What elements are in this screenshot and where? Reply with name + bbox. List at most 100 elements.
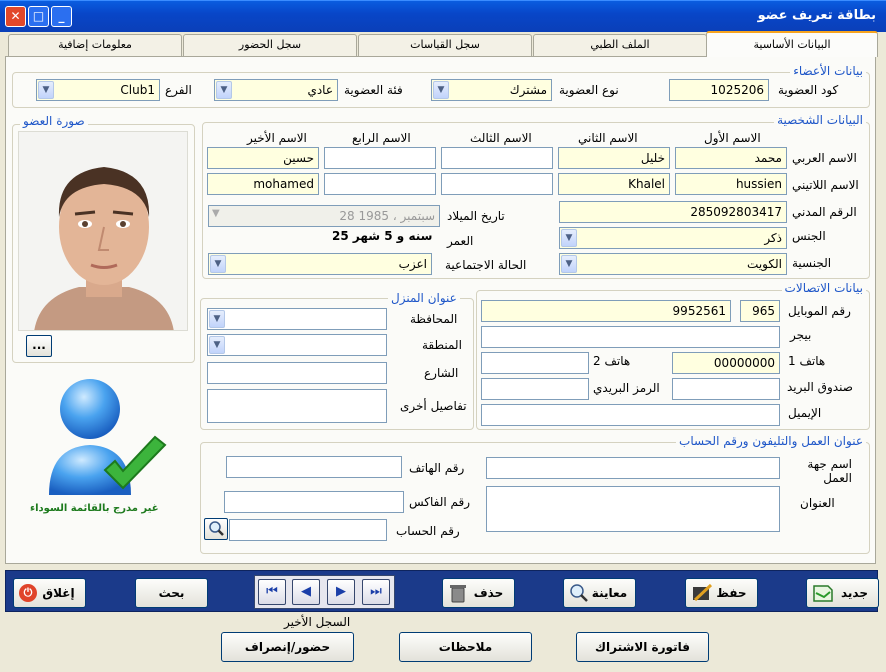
ar-fourth-name-field[interactable] bbox=[324, 147, 436, 169]
window-minimize-button[interactable]: _ bbox=[51, 6, 72, 27]
email-field[interactable] bbox=[481, 404, 780, 426]
chevron-down-icon[interactable]: ▼ bbox=[216, 81, 232, 99]
new-button[interactable]: جديد bbox=[806, 578, 879, 608]
work-phone-field[interactable] bbox=[226, 456, 402, 478]
save-button[interactable]: حفظ bbox=[685, 578, 758, 608]
prev-record-button[interactable]: ◀ bbox=[292, 579, 320, 605]
governorate-label: المحافظة bbox=[410, 312, 458, 326]
chevron-down-icon[interactable]: ▼ bbox=[209, 336, 225, 354]
pager-label: بيجر bbox=[790, 328, 812, 342]
chevron-down-icon[interactable]: ▼ bbox=[433, 81, 449, 99]
last-record-button[interactable]: ⏭ bbox=[362, 579, 390, 605]
nationality-select[interactable]: الكويت bbox=[559, 253, 787, 275]
attendance-button[interactable]: حضور/إنصراف bbox=[221, 632, 354, 662]
invoice-button[interactable]: فاتورة الاشتراك bbox=[576, 632, 709, 662]
chevron-down-icon[interactable]: ▼ bbox=[210, 255, 226, 273]
trash-icon bbox=[450, 585, 466, 603]
ar-last-name-field[interactable]: حسين bbox=[207, 147, 319, 169]
window-maximize-button[interactable]: □ bbox=[28, 6, 49, 27]
first-record-button[interactable]: ⏮ bbox=[258, 579, 286, 605]
member-photo bbox=[18, 131, 188, 331]
dob-picker[interactable]: 28 سبتمبر ، 1985 bbox=[208, 205, 440, 227]
col-second-name: الاسم الثاني bbox=[578, 131, 638, 145]
mobile-code-field[interactable]: 965 bbox=[740, 300, 780, 322]
membership-type-select[interactable]: مشترك bbox=[431, 79, 552, 101]
close-button-label: إغلاق bbox=[42, 586, 75, 600]
region-select[interactable] bbox=[207, 334, 387, 356]
civil-id-field[interactable]: 285092803417 bbox=[559, 201, 787, 223]
magnifier-icon bbox=[570, 584, 588, 602]
fax-field[interactable] bbox=[224, 491, 404, 513]
home-legend: عنوان المنزل bbox=[388, 291, 460, 305]
marital-select[interactable]: اعزب bbox=[208, 253, 432, 275]
age-value: 25 سنه و 5 شهر bbox=[332, 229, 433, 243]
phone2-field[interactable] bbox=[481, 352, 589, 374]
delete-button[interactable]: حذف bbox=[442, 578, 515, 608]
chevron-down-icon[interactable]: ▼ bbox=[212, 208, 220, 219]
arabic-name-label: الاسم العربي bbox=[792, 151, 857, 165]
col-last-name: الاسم الأخير bbox=[247, 131, 307, 145]
chevron-down-icon[interactable]: ▼ bbox=[209, 310, 225, 328]
work-address-label: العنوان bbox=[800, 496, 835, 510]
la-second-name-field[interactable]: Khalel bbox=[558, 173, 670, 195]
chevron-down-icon[interactable]: ▼ bbox=[38, 81, 54, 99]
street-field[interactable] bbox=[207, 362, 387, 384]
governorate-select[interactable] bbox=[207, 308, 387, 330]
phone1-field[interactable]: 00000000 bbox=[672, 352, 780, 374]
next-record-button[interactable]: ▶ bbox=[327, 579, 355, 605]
member-code-field[interactable]: 1025206 bbox=[669, 79, 769, 101]
notes-button[interactable]: ملاحظات bbox=[399, 632, 532, 662]
membership-category-select[interactable]: عادي bbox=[214, 79, 338, 101]
tab-attendance[interactable]: سجل الحضور bbox=[183, 34, 357, 56]
branch-label: الفرع bbox=[165, 83, 192, 97]
la-fourth-name-field[interactable] bbox=[324, 173, 436, 195]
col-fourth-name: الاسم الرابع bbox=[352, 131, 411, 145]
pager-field[interactable] bbox=[481, 326, 780, 348]
region-label: المنطقة bbox=[422, 338, 462, 352]
pobox-field[interactable] bbox=[672, 378, 780, 400]
mobile-field[interactable]: 9952561 bbox=[481, 300, 731, 322]
account-label: رقم الحساب bbox=[396, 524, 460, 538]
fax-label: رقم الفاكس bbox=[409, 495, 471, 509]
title-bar: بطاقة تعريف عضو ✕ □ _ bbox=[0, 0, 886, 32]
ar-first-name-field[interactable]: محمد bbox=[675, 147, 787, 169]
chevron-down-icon[interactable]: ▼ bbox=[561, 255, 577, 273]
work-phone-label: رقم الهاتف bbox=[409, 461, 465, 475]
new-document-icon bbox=[813, 585, 833, 602]
member-code-label: كود العضوية bbox=[778, 83, 839, 97]
account-field[interactable] bbox=[229, 519, 387, 541]
last-record-label: السجل الأخير bbox=[284, 615, 351, 629]
tab-medical[interactable]: الملف الطبي bbox=[533, 34, 707, 56]
marital-label: الحالة الاجتماعية bbox=[445, 258, 527, 272]
search-button[interactable]: بحث bbox=[135, 578, 208, 608]
user-check-icon bbox=[45, 375, 175, 500]
window-close-button[interactable]: ✕ bbox=[5, 6, 26, 27]
new-button-label: جديد bbox=[840, 586, 869, 600]
tab-measurements[interactable]: سجل القياسات bbox=[358, 34, 532, 56]
la-first-name-field[interactable]: hussien bbox=[675, 173, 787, 195]
preview-button[interactable]: معاينة bbox=[563, 578, 636, 608]
other-details-field[interactable] bbox=[207, 389, 387, 423]
mobile-label: رقم الموبايل bbox=[788, 304, 851, 318]
zip-field[interactable] bbox=[481, 378, 589, 400]
zip-label: الرمز البريدي bbox=[593, 381, 660, 395]
la-third-name-field[interactable] bbox=[441, 173, 553, 195]
work-address-field[interactable] bbox=[486, 486, 780, 532]
close-button[interactable]: ⏻ إغلاق bbox=[13, 578, 86, 608]
branch-select[interactable]: Club1 bbox=[36, 79, 160, 101]
employer-field[interactable] bbox=[486, 457, 780, 479]
contacts-legend: بيانات الاتصالات bbox=[781, 281, 866, 295]
members-legend: بيانات الأعضاء bbox=[790, 64, 866, 78]
photo-browse-button[interactable]: ... bbox=[26, 335, 52, 357]
ar-second-name-field[interactable]: خليل bbox=[558, 147, 670, 169]
ar-third-name-field[interactable] bbox=[441, 147, 553, 169]
phone2-label: هاتف 2 bbox=[593, 354, 631, 368]
la-last-name-field[interactable]: mohamed bbox=[207, 173, 319, 195]
gender-select[interactable]: ذكر bbox=[559, 227, 787, 249]
tab-extra-info[interactable]: معلومات إضافية bbox=[8, 34, 182, 56]
tab-basic-info[interactable]: البيانات الأساسية bbox=[706, 31, 878, 57]
gender-label: الجنس bbox=[792, 229, 826, 243]
search-icon[interactable] bbox=[204, 518, 228, 540]
save-icon bbox=[693, 583, 713, 602]
chevron-down-icon[interactable]: ▼ bbox=[561, 229, 577, 247]
